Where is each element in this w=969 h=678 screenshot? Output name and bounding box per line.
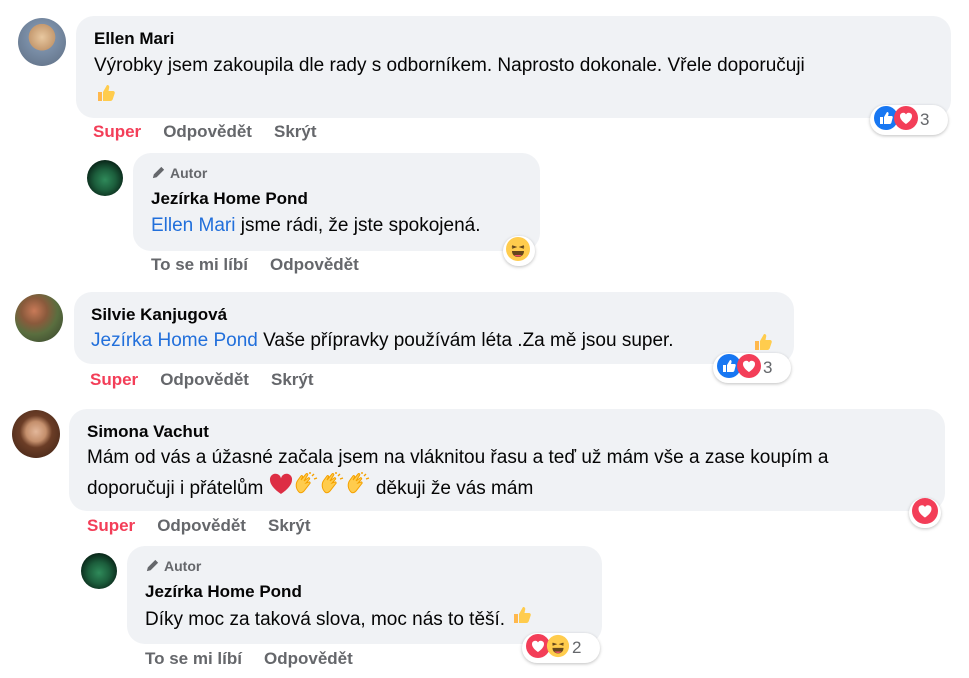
clapping-hands-emoji-icon	[319, 472, 345, 506]
comment-text: Výrobky jsem zakoupila dle rady s odborn…	[94, 51, 805, 81]
reply-author[interactable]: Jezírka Home Pond	[151, 189, 308, 209]
reply-author[interactable]: Jezírka Home Pond	[145, 582, 302, 602]
hide-button[interactable]: Skrýt	[271, 370, 314, 389]
thumbs-up-emoji-icon	[510, 604, 532, 636]
reaction-count: 2	[572, 638, 582, 657]
comment-text: Mám od vás a úžasné začala jsem na vlákn…	[87, 447, 829, 468]
reaction-count: 3	[763, 358, 773, 377]
pencil-icon	[146, 559, 159, 572]
reply-button[interactable]: Odpovědět	[160, 370, 249, 389]
red-heart-emoji-icon	[269, 473, 293, 505]
haha-icon	[546, 634, 570, 663]
love-icon	[894, 105, 918, 135]
avatar[interactable]	[12, 410, 60, 458]
love-icon	[912, 497, 938, 529]
reply-button[interactable]: Odpovědět	[157, 516, 246, 535]
reply-actions: To se mi líbí Odpovědět	[151, 255, 381, 275]
reply-button[interactable]: Odpovědět	[163, 122, 252, 141]
reply-button[interactable]: Odpovědět	[270, 255, 359, 274]
reactions-summary[interactable]: 3	[713, 353, 791, 383]
reactions-summary[interactable]	[909, 497, 941, 529]
reactions-summary[interactable]	[503, 236, 535, 266]
reply-text: Díky moc za taková slova, moc nás to těš…	[145, 604, 532, 636]
love-icon	[737, 353, 761, 383]
like-button[interactable]: To se mi líbí	[145, 649, 242, 668]
page-avatar[interactable]	[81, 553, 117, 589]
comment-text: Jezírka Home Pond Vaše přípravky používá…	[91, 330, 674, 351]
comment-author[interactable]: Simona Vachut	[87, 422, 209, 442]
comment-text: doporučuji i přátelům děkuji že vás mám	[87, 472, 533, 506]
author-badge: Autor	[145, 558, 201, 574]
super-reaction-button[interactable]: Super	[87, 516, 135, 535]
avatar[interactable]	[18, 18, 66, 66]
comment-actions: Super Odpovědět Skrýt	[87, 516, 333, 536]
clapping-hands-emoji-icon	[293, 472, 319, 506]
reply-text: Ellen Mari jsme rádi, že jste spokojená.	[151, 215, 481, 236]
thumbs-up-emoji-icon	[94, 82, 116, 109]
comment-text-line: Výrobky jsem zakoupila dle rady s odborn…	[94, 55, 805, 76]
page-avatar[interactable]	[87, 160, 123, 196]
haha-icon	[505, 236, 531, 267]
super-reaction-button[interactable]: Super	[90, 370, 138, 389]
author-badge: Autor	[151, 165, 207, 181]
comment-actions: Super Odpovědět Skrýt	[90, 370, 336, 390]
avatar[interactable]	[15, 294, 63, 342]
hide-button[interactable]: Skrýt	[274, 122, 317, 141]
reactions-summary[interactable]: 3	[870, 105, 948, 135]
mention-link[interactable]: Jezírka Home Pond	[91, 330, 258, 351]
comment-author[interactable]: Silvie Kanjugová	[91, 305, 227, 325]
reply-button[interactable]: Odpovědět	[264, 649, 353, 668]
pencil-icon	[152, 166, 165, 179]
mention-link[interactable]: Ellen Mari	[151, 215, 235, 236]
reactions-summary[interactable]: 2	[522, 633, 600, 663]
comment-author[interactable]: Ellen Mari	[94, 29, 174, 49]
comment-actions: Super Odpovědět Skrýt	[93, 122, 339, 142]
hide-button[interactable]: Skrýt	[268, 516, 311, 535]
like-button[interactable]: To se mi líbí	[151, 255, 248, 274]
reaction-count: 3	[920, 110, 930, 129]
reply-actions: To se mi líbí Odpovědět	[145, 649, 375, 669]
clapping-hands-emoji-icon	[345, 472, 371, 506]
super-reaction-button[interactable]: Super	[93, 122, 141, 141]
